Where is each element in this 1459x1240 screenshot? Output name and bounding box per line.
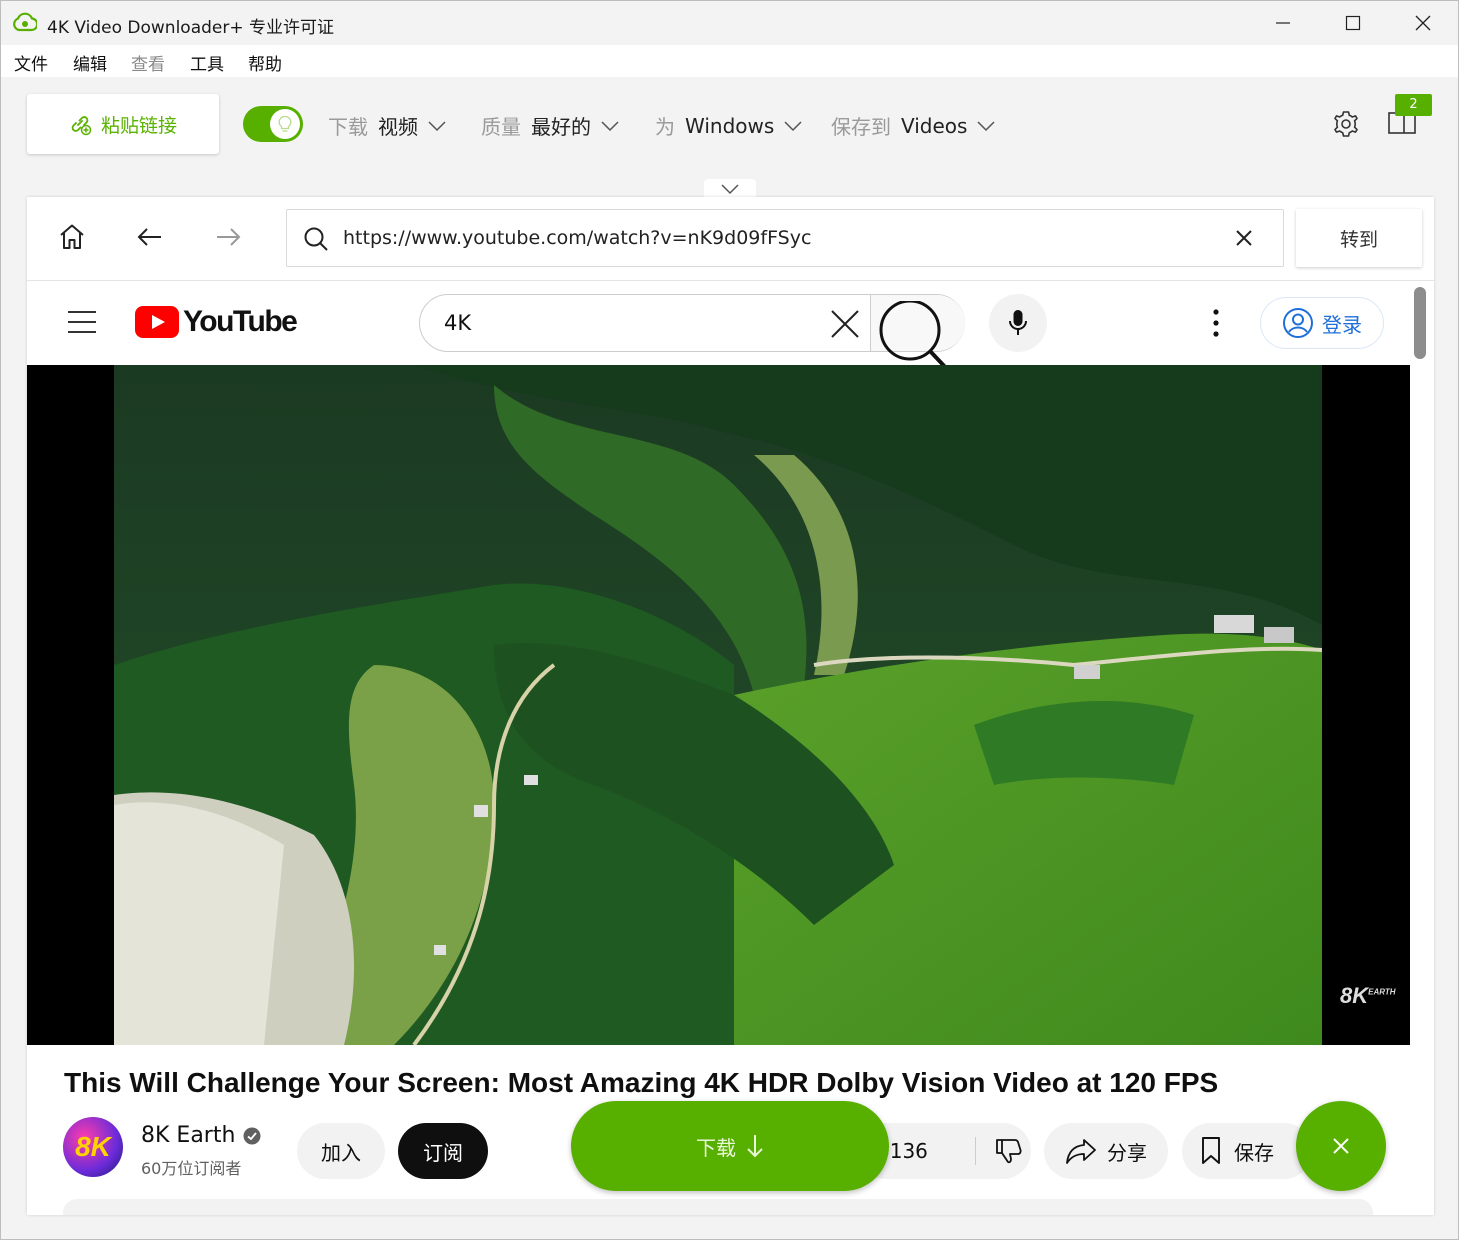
browser-nav-bar: https://www.youtube.com/watch?v=nK9d09fF…: [27, 197, 1434, 281]
join-button[interactable]: 加入: [297, 1123, 385, 1179]
youtube-search-input[interactable]: 4K: [444, 311, 471, 335]
search-icon: [304, 227, 328, 251]
menu-help[interactable]: 帮助: [248, 50, 282, 75]
back-arrow-icon[interactable]: [135, 222, 165, 252]
bookmark-icon: [1202, 1137, 1220, 1164]
youtube-header: YouTube 4K 登录: [27, 281, 1410, 371]
maximize-icon: [1345, 15, 1361, 31]
url-bar[interactable]: https://www.youtube.com/watch?v=nK9d09fF…: [286, 209, 1284, 267]
quality-dropdown[interactable]: 质量 最好的: [481, 111, 619, 140]
page-scrollbar[interactable]: [1414, 287, 1426, 359]
forward-arrow-icon[interactable]: [213, 222, 243, 252]
download-arrow-icon: [747, 1135, 763, 1158]
sign-in-label: 登录: [1322, 312, 1362, 337]
toolbar: 粘贴链接 下载 视频 质量 最好的 为 Windows 保存到 Videos 2: [1, 77, 1458, 181]
video-title: This Will Challenge Your Screen: Most Am…: [64, 1067, 1219, 1098]
microphone-icon: [1009, 310, 1027, 335]
quality-label: 质量: [481, 115, 521, 139]
download-type-dropdown[interactable]: 下载 视频: [328, 111, 446, 140]
share-button[interactable]: 分享: [1044, 1123, 1168, 1179]
maximize-button[interactable]: [1318, 1, 1388, 45]
window-title: 4K Video Downloader+ 专业许可证: [47, 18, 334, 38]
floating-download-button[interactable]: 下载: [571, 1101, 889, 1191]
menu-edit[interactable]: 编辑: [73, 50, 107, 75]
youtube-logo-text: YouTube: [183, 305, 298, 338]
minimize-button[interactable]: [1248, 1, 1318, 45]
platform-value: Windows: [685, 113, 775, 138]
youtube-play-icon: [135, 306, 179, 338]
chevron-down-icon: [977, 120, 995, 131]
close-icon: [1333, 1138, 1349, 1154]
sign-in-button[interactable]: 登录: [1260, 297, 1384, 349]
gear-icon[interactable]: [1331, 109, 1361, 139]
share-label: 分享: [1107, 1140, 1147, 1165]
menu-file[interactable]: 文件: [14, 50, 48, 75]
account-icon: [1283, 308, 1313, 338]
paste-link-button[interactable]: 粘贴链接: [27, 94, 219, 154]
more-options-icon[interactable]: [1210, 308, 1222, 338]
subscribe-button[interactable]: 订阅: [398, 1123, 488, 1179]
save-button[interactable]: 保存: [1182, 1123, 1312, 1179]
save-location-label: 保存到: [831, 115, 891, 139]
platform-label: 为: [655, 115, 675, 139]
floating-download-label: 下载: [696, 1135, 736, 1160]
downloads-count-badge: 2: [1395, 94, 1432, 116]
app-logo-icon: [13, 12, 37, 32]
download-type-value: 视频: [378, 115, 418, 139]
share-icon: [1066, 1139, 1096, 1164]
smart-mode-toggle[interactable]: [243, 106, 303, 142]
home-icon[interactable]: [57, 222, 87, 252]
hamburger-menu-icon[interactable]: [67, 309, 97, 335]
subscriber-count: 60万位订阅者: [141, 1159, 242, 1178]
quality-value: 最好的: [531, 115, 591, 139]
search-icon[interactable]: [879, 301, 951, 373]
clear-search-icon[interactable]: [830, 309, 860, 339]
voice-search-button[interactable]: [989, 294, 1047, 352]
download-type-label: 下载: [328, 115, 368, 139]
channel-watermark: 8KEARTH: [1340, 983, 1396, 1008]
paste-link-label: 粘贴链接: [100, 114, 177, 137]
clear-url-icon[interactable]: [1235, 229, 1253, 247]
minimize-icon: [1276, 22, 1290, 24]
lightbulb-icon: [278, 115, 292, 132]
dislike-button[interactable]: [975, 1137, 1024, 1165]
close-floating-button[interactable]: [1296, 1101, 1386, 1191]
channel-name[interactable]: 8K Earth: [141, 1123, 235, 1148]
chevron-down-icon: [601, 120, 619, 131]
youtube-logo[interactable]: YouTube: [135, 305, 298, 339]
app-window: 4K Video Downloader+ 专业许可证 文件 编辑 查看 工具 帮…: [0, 0, 1459, 1240]
platform-dropdown[interactable]: 为 Windows: [655, 111, 802, 140]
video-description-box[interactable]: [63, 1199, 1373, 1215]
embedded-browser: https://www.youtube.com/watch?v=nK9d09fF…: [27, 197, 1434, 1215]
menu-view[interactable]: 查看: [131, 50, 165, 75]
chevron-down-icon: [784, 120, 802, 131]
menu-tools[interactable]: 工具: [190, 50, 224, 75]
chevron-down-icon: [428, 120, 446, 131]
menu-bar: 文件 编辑 查看 工具 帮助: [1, 45, 1458, 77]
thumbs-down-icon: [996, 1139, 1022, 1164]
channel-name-row[interactable]: 8K Earth: [141, 1123, 261, 1148]
video-player[interactable]: 8KEARTH: [27, 365, 1410, 1045]
link-plus-icon: [71, 116, 92, 136]
verified-icon: [243, 1127, 261, 1144]
close-window-button[interactable]: [1388, 1, 1458, 45]
save-label: 保存: [1234, 1140, 1274, 1165]
video-frame-landscape: [114, 365, 1322, 1045]
url-input[interactable]: https://www.youtube.com/watch?v=nK9d09fF…: [343, 227, 811, 249]
save-location-value: Videos: [901, 113, 968, 138]
title-bar: 4K Video Downloader+ 专业许可证: [1, 1, 1458, 45]
close-icon: [1415, 15, 1431, 31]
go-button[interactable]: 转到: [1296, 209, 1422, 267]
channel-avatar[interactable]: 8K: [63, 1117, 123, 1177]
save-location-dropdown[interactable]: 保存到 Videos: [831, 111, 995, 140]
chevron-down-icon: [721, 184, 739, 195]
toggle-knob: [270, 109, 300, 139]
collapse-toolbar-button[interactable]: [704, 179, 756, 199]
